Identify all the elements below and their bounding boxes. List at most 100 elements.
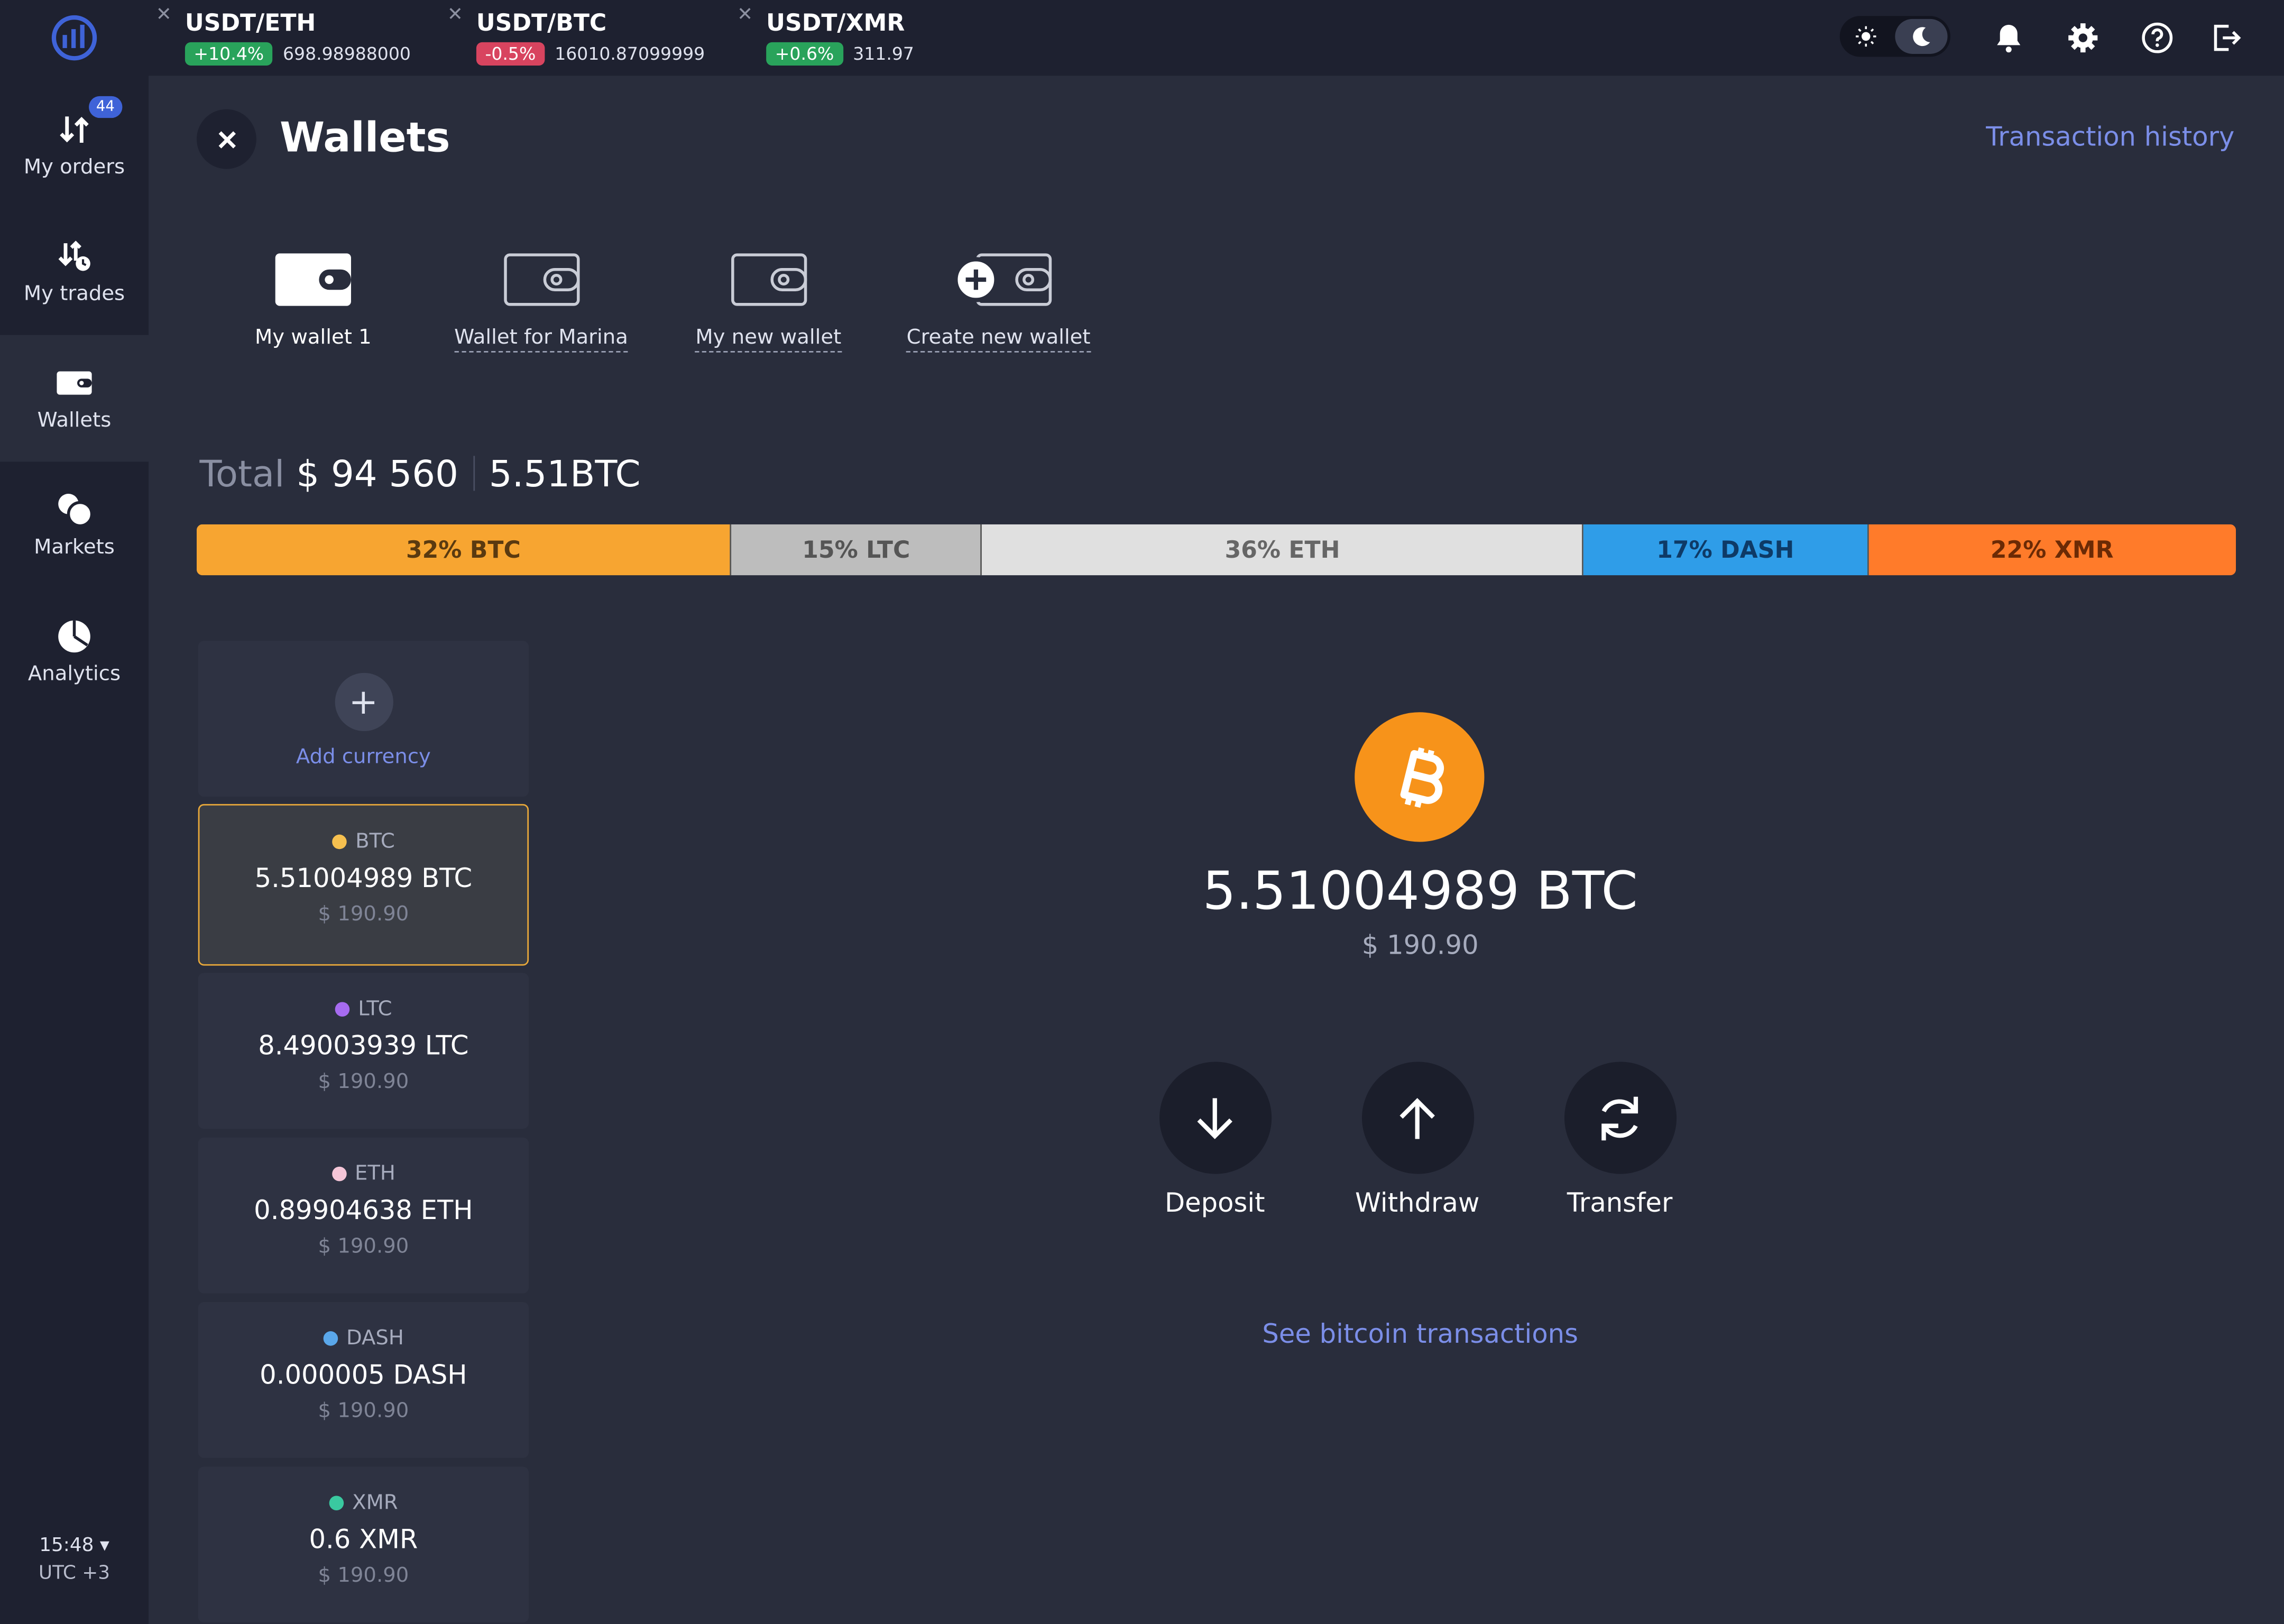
bell-icon[interactable] [1991, 21, 2026, 56]
clock[interactable]: 15:48 ▾ UTC +3 [0, 1532, 149, 1588]
currency-symbol: ETH [354, 1162, 395, 1186]
sidebar-item-my-orders[interactable]: My orders [0, 81, 149, 208]
allocation-segment-dash: 17% DASH [1583, 524, 1868, 576]
currency-amount: 0.89904638 ETH [254, 1195, 473, 1226]
sidebar-item-wallets[interactable]: Wallets [0, 335, 149, 462]
trades-clock-icon [58, 241, 90, 271]
sidebar-item-markets[interactable]: Markets [0, 462, 149, 588]
currency-usd: $ 190.90 [318, 1399, 409, 1423]
allocation-segment-eth: 36% ETH [982, 524, 1584, 576]
see-bitcoin-transactions-link[interactable]: See bitcoin transactions [1129, 1320, 1711, 1350]
currency-card-btc[interactable]: BTC 5.51004989 BTC $ 190.90 [198, 804, 529, 966]
currency-card-eth[interactable]: ETH 0.89904638 ETH $ 190.90 [198, 1137, 529, 1294]
currency-symbol: DASH [346, 1326, 404, 1350]
action-label: Deposit [1164, 1188, 1265, 1220]
action-label: Withdraw [1355, 1188, 1480, 1220]
sidebar-item-label: Analytics [27, 662, 121, 686]
toggle-knob [1895, 19, 1948, 54]
currency-amount: 8.49003939 LTC [258, 1031, 469, 1062]
ticker-pair: USDT/ETH [185, 8, 316, 36]
close-button[interactable] [196, 109, 256, 169]
wallet-add-icon [952, 253, 1051, 306]
sidebar-item-analytics[interactable]: Analytics [0, 588, 149, 715]
sidebar-item-label: Markets [34, 536, 115, 559]
ticker-usdt-xmr[interactable]: ✕ USDT/XMR +0.6% 311.97 [737, 4, 914, 70]
currency-dot [323, 1331, 338, 1346]
help-icon[interactable] [2140, 21, 2175, 56]
allocation-segment-xmr: 22% XMR [1868, 524, 2236, 576]
currency-symbol: BTC [355, 830, 395, 854]
total-usd: $ 94 560 [296, 453, 458, 495]
ticker-price: 311.97 [853, 43, 914, 64]
wallet-tab-label: My new wallet [695, 326, 842, 353]
currency-symbol: XMR [352, 1491, 398, 1515]
total-btc: 5.51BTC [489, 453, 641, 495]
wallet-icon [275, 253, 351, 306]
currency-dot [331, 834, 347, 850]
currency-dot [331, 1166, 346, 1182]
sidebar-item-my-trades[interactable]: My trades [0, 208, 149, 335]
selected-currency-usd: $ 190.90 [1361, 930, 1479, 962]
wallet-tab-wallet-for-marina[interactable]: Wallet for Marina [453, 247, 629, 353]
sidebar-item-label: Wallets [37, 409, 112, 433]
total-balance: Total $ 94 560 5.51BTC [199, 450, 640, 500]
close-ticker-icon[interactable]: ✕ [447, 4, 463, 26]
currency-card-dash[interactable]: DASH 0.000005 DASH $ 190.90 [198, 1302, 529, 1458]
wallet-tab-label: My wallet 1 [255, 326, 372, 350]
ticker-usdt-btc[interactable]: ✕ USDT/BTC -0.5% 16010.87099999 [447, 4, 705, 70]
gear-icon[interactable] [2066, 21, 2101, 56]
create-new-wallet-button[interactable]: Create new wallet [906, 247, 1091, 353]
wallet-tab-my-wallet-1[interactable]: My wallet 1 [247, 247, 379, 351]
currency-card-ltc[interactable]: LTC 8.49003939 LTC $ 190.90 [198, 973, 529, 1129]
currency-amount: 5.51004989 BTC [254, 863, 473, 894]
currency-usd: $ 190.90 [318, 1235, 409, 1259]
action-label: Transfer [1567, 1188, 1673, 1220]
theme-toggle[interactable] [1839, 16, 1951, 57]
wallet-tab-label: Wallet for Marina [454, 326, 628, 353]
ticker-usdt-eth[interactable]: ✕ USDT/ETH +10.4% 698.98988000 [156, 4, 411, 70]
markets-circles-icon [58, 493, 94, 528]
transaction-history-link[interactable]: Transaction history [1952, 122, 2234, 153]
wallet-outline-icon [503, 253, 579, 306]
refresh-icon [1601, 1096, 1638, 1140]
arrow-up-icon [1399, 1097, 1435, 1139]
sidebar-item-label: My trades [23, 282, 125, 306]
clock-time: 15:48 ▾ [39, 1535, 109, 1557]
add-currency-label: Add currency [296, 745, 431, 769]
orders-arrows-icon [60, 116, 89, 143]
withdraw-button[interactable]: Withdraw [1330, 1062, 1505, 1219]
app-root: My orders 44 My trades Wallets Markets A… [0, 0, 2284, 1624]
clock-timezone: UTC +3 [38, 1563, 110, 1585]
ticker-change: +10.4% [185, 42, 273, 66]
logout-icon[interactable] [2208, 21, 2243, 56]
allocation-segment-ltc: 15% LTC [731, 524, 982, 576]
currency-dot [329, 1496, 344, 1511]
pie-chart-icon [58, 620, 90, 653]
total-label: Total [199, 453, 285, 495]
plus-icon: + [334, 672, 393, 732]
currency-amount: 0.000005 DASH [260, 1360, 467, 1391]
sun-icon [1855, 26, 1876, 47]
ticker-change: +0.6% [766, 42, 843, 66]
close-ticker-icon[interactable]: ✕ [737, 4, 753, 26]
page-title: Wallets [279, 113, 450, 162]
close-icon [218, 130, 235, 148]
ticker-pair: USDT/XMR [766, 8, 905, 36]
wallet-tab-my-new-wallet[interactable]: My new wallet [695, 247, 842, 353]
arrow-down-icon [1197, 1097, 1232, 1139]
sidebar: My orders 44 My trades Wallets Markets A… [0, 0, 149, 1624]
transfer-button[interactable]: Transfer [1532, 1062, 1707, 1219]
ticker-price: 16010.87099999 [555, 43, 705, 64]
ticker-price: 698.98988000 [283, 43, 411, 64]
orders-count-badge: 44 [89, 96, 122, 118]
currency-card-xmr[interactable]: XMR 0.6 XMR $ 190.90 [198, 1466, 529, 1623]
currency-usd: $ 190.90 [318, 903, 409, 927]
selected-currency-amount: 5.51004989 BTC [1202, 862, 1638, 922]
logo-icon[interactable] [50, 13, 99, 63]
wallet-tab-label: Create new wallet [906, 326, 1091, 353]
close-ticker-icon[interactable]: ✕ [156, 4, 172, 26]
add-currency-button[interactable]: + Add currency [198, 641, 529, 797]
wallet-outline-icon [730, 253, 806, 306]
deposit-button[interactable]: Deposit [1127, 1062, 1302, 1219]
allocation-bar: 32% BTC 15% LTC 36% ETH 17% DASH 22% XMR [196, 524, 2236, 576]
